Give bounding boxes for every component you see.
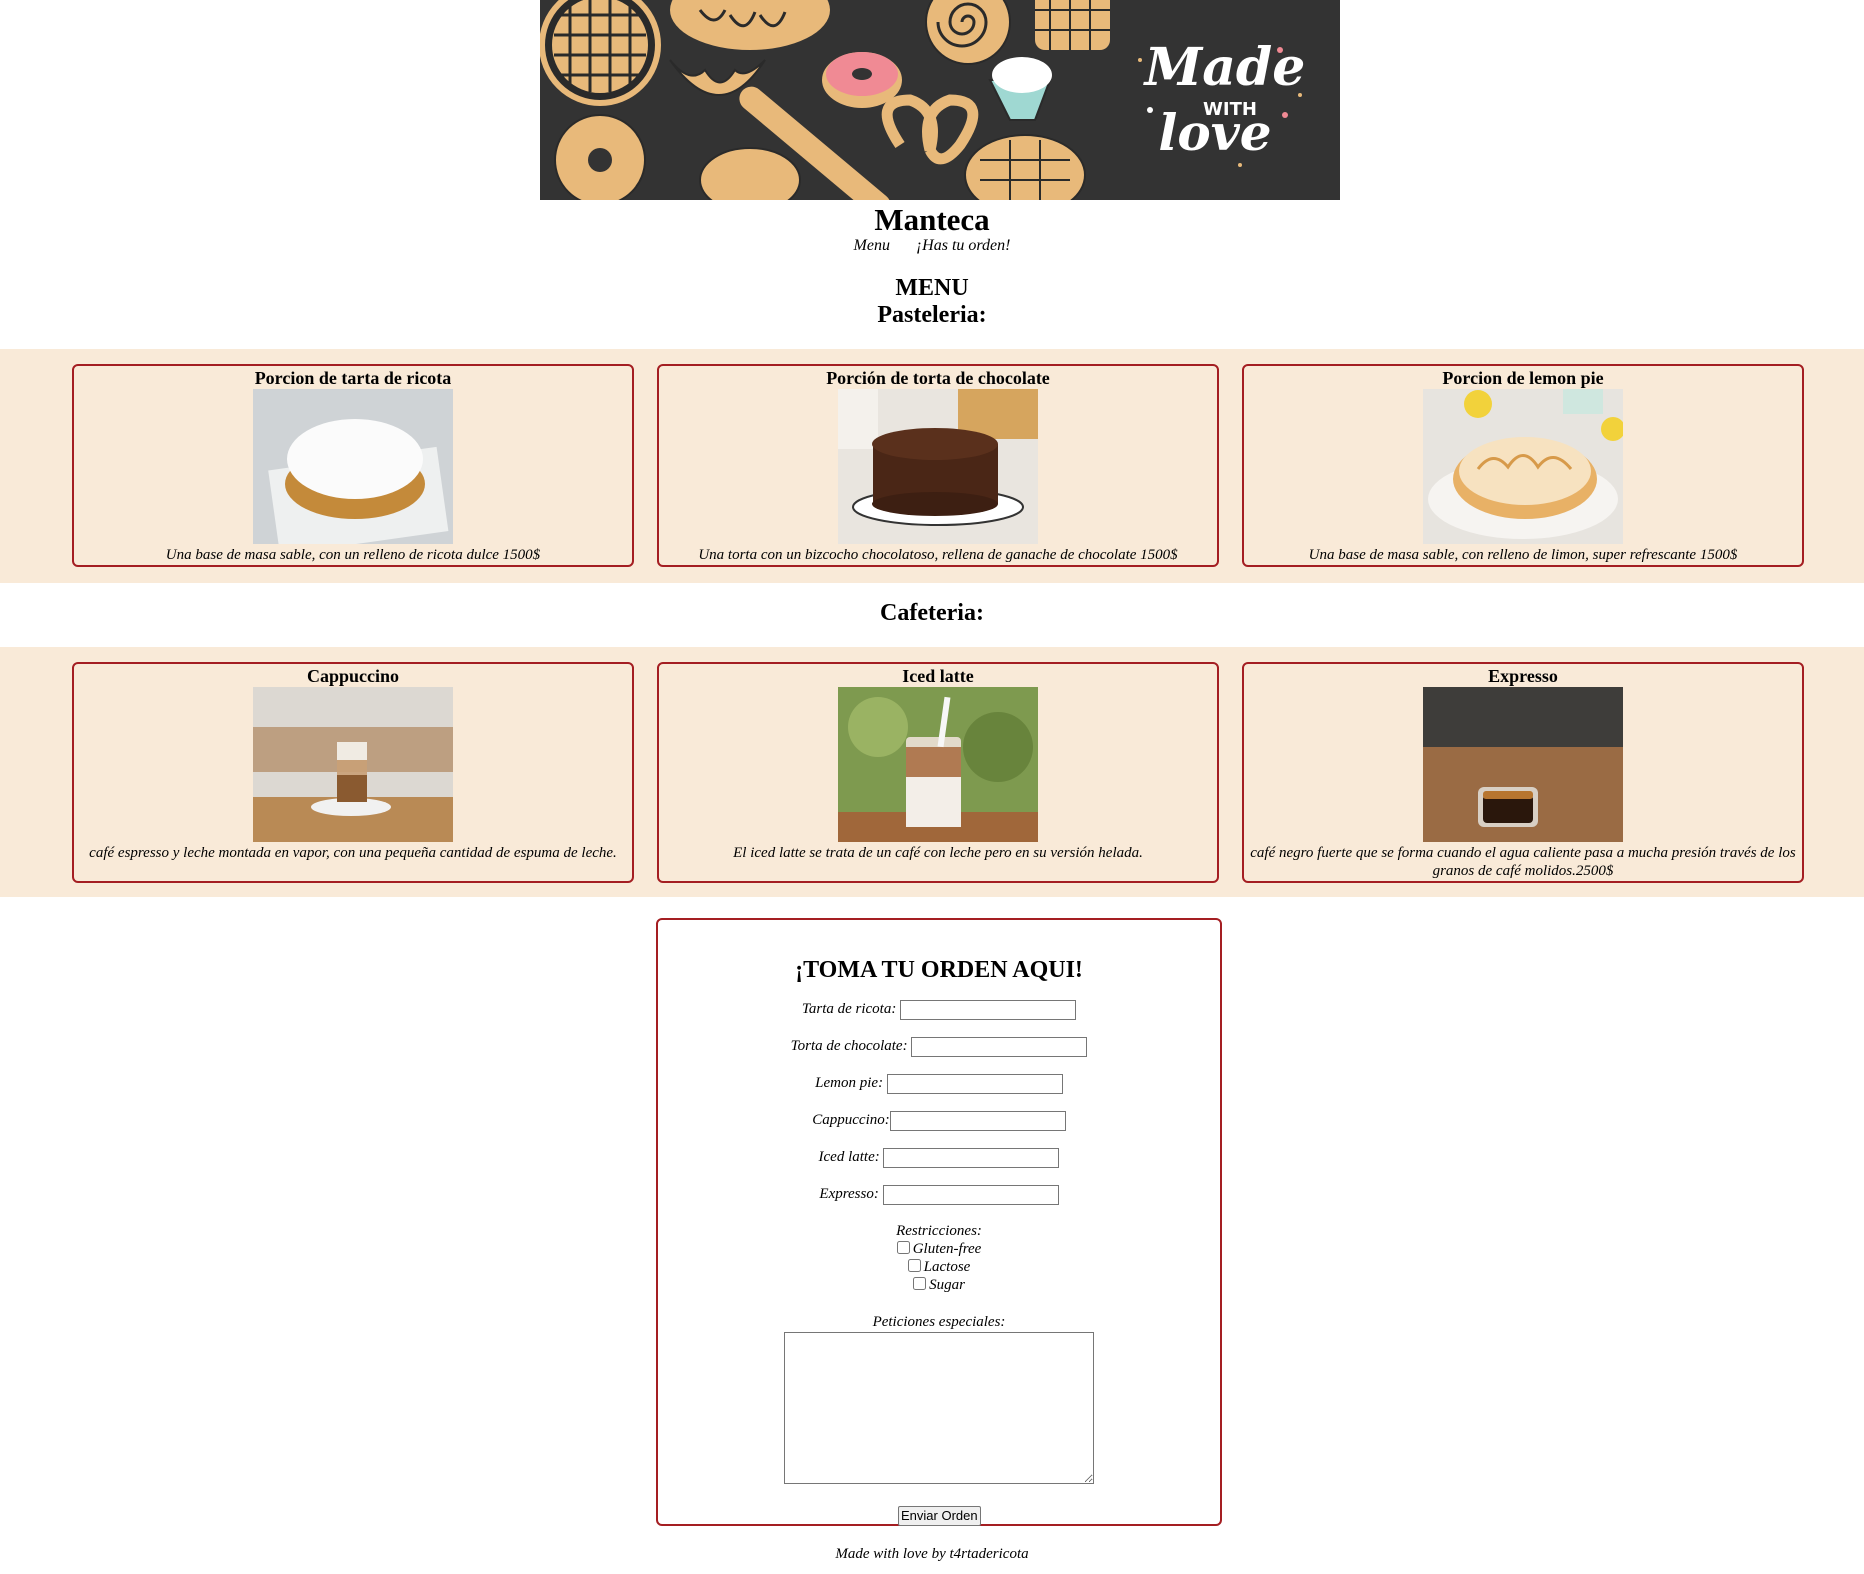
field-label: Tarta de ricota:: [801, 1001, 897, 1017]
field-tarta-ricota: Tarta de ricota:: [658, 999, 1220, 1020]
ricotta-tart-photo: [253, 389, 453, 544]
nav-link-order[interactable]: ¡Has tu orden!: [916, 237, 1011, 254]
lemon-pie-input[interactable]: [886, 1073, 1063, 1094]
lemon-pie-photo: [1423, 389, 1623, 544]
restriction-lactose[interactable]: Lactose: [658, 1258, 1220, 1276]
menu-card-cappuccino: Cappuccino café espresso y leche montada…: [72, 662, 634, 883]
svg-text:Made: Made: [1143, 37, 1306, 98]
menu-card-tarta-ricota: Porcion de tarta de ricota Una base de m…: [72, 364, 634, 567]
card-description: El iced latte se trata de un café con le…: [733, 845, 1143, 861]
svg-text:love: love: [1158, 103, 1271, 162]
pasteleria-heading: Pasteleria:: [877, 302, 987, 328]
iced-latte-photo: [838, 687, 1038, 842]
footer-credit: Made with love by t4rtadericota: [835, 1546, 1029, 1562]
main-nav: Menu ¡Has tu orden!: [0, 236, 1864, 256]
menu-card-torta-chocolate: Porción de torta de chocolate Una torta …: [657, 364, 1219, 567]
card-title: Porcion de tarta de ricota: [254, 368, 452, 388]
iced-latte-input[interactable]: [883, 1147, 1060, 1168]
torta-chocolate-input[interactable]: [911, 1036, 1088, 1057]
cappuccino-input[interactable]: [889, 1110, 1066, 1131]
card-title: Iced latte: [902, 666, 974, 686]
sugar-checkbox[interactable]: [913, 1277, 927, 1290]
order-form: ¡TOMA TU ORDEN AQUI! Tarta de ricota: To…: [656, 918, 1222, 1526]
menu-card-lemon-pie: Porcion de lemon pie Una base de masa sa…: [1242, 364, 1804, 567]
field-expresso: Expresso:: [658, 1184, 1220, 1205]
restrictions-group: Restricciones: Gluten-free Lactose Sugar: [658, 1222, 1220, 1294]
card-description: Una base de masa sable, con un relleno d…: [165, 547, 541, 563]
banner-image: Made WITH love: [540, 0, 1340, 200]
field-lemon-pie: Lemon pie:: [658, 1073, 1220, 1094]
lactose-checkbox[interactable]: [907, 1259, 921, 1272]
card-title: Porcion de lemon pie: [1442, 368, 1604, 388]
field-iced-latte: Iced latte:: [658, 1147, 1220, 1168]
field-label: Expresso:: [819, 1186, 879, 1202]
card-title: Cappuccino: [306, 666, 400, 686]
nav-link-menu[interactable]: Menu: [854, 237, 890, 254]
order-heading: ¡TOMA TU ORDEN AQUI!: [795, 957, 1083, 983]
menu-card-iced-latte: Iced latte El iced latte se trata de un …: [657, 662, 1219, 883]
chocolate-cake-photo: [838, 389, 1038, 544]
card-description: café negro fuerte que se forma cuando el…: [1250, 845, 1796, 879]
checkbox-label: Lactose: [923, 1259, 971, 1275]
field-cappuccino: Cappuccino:: [658, 1110, 1220, 1131]
checkbox-label: Gluten-free: [912, 1241, 982, 1257]
field-torta-chocolate: Torta de chocolate:: [658, 1036, 1220, 1057]
site-title: Manteca: [874, 202, 990, 237]
cappuccino-photo: [253, 687, 453, 842]
menu-card-expresso: Expresso café negro fuerte que se forma …: [1242, 662, 1804, 883]
card-description: Una base de masa sable, con relleno de l…: [1308, 547, 1738, 563]
pie-icon: [540, 0, 661, 106]
gluten-free-checkbox[interactable]: [896, 1241, 910, 1254]
restrictions-label: Restricciones:: [896, 1223, 982, 1239]
card-description: Una torta con un bizcocho chocolatoso, r…: [698, 547, 1178, 563]
card-title: Expresso: [1488, 666, 1558, 686]
header-banner: Made WITH love: [540, 0, 1340, 200]
expresso-input[interactable]: [882, 1184, 1059, 1205]
expresso-photo: [1423, 687, 1623, 842]
cafeteria-heading: Cafeteria:: [880, 600, 984, 626]
special-requests-label: Peticiones especiales:: [872, 1314, 1006, 1330]
restriction-gluten-free[interactable]: Gluten-free: [658, 1240, 1220, 1258]
checkbox-label: Sugar: [929, 1277, 965, 1293]
restriction-sugar[interactable]: Sugar: [658, 1276, 1220, 1294]
field-label: Lemon pie:: [815, 1075, 884, 1091]
waffle-icon: [1035, 0, 1110, 50]
submit-order-button[interactable]: Enviar Orden: [898, 1506, 981, 1526]
card-title: Porción de torta de chocolate: [826, 368, 1050, 388]
field-label: Torta de chocolate:: [790, 1038, 908, 1054]
tarta-ricota-input[interactable]: [900, 999, 1077, 1020]
field-label: Iced latte:: [818, 1149, 880, 1165]
card-description: café espresso y leche montada en vapor, …: [89, 845, 617, 861]
special-requests-textarea[interactable]: [784, 1332, 1094, 1484]
field-label: Cappuccino:: [812, 1112, 890, 1128]
